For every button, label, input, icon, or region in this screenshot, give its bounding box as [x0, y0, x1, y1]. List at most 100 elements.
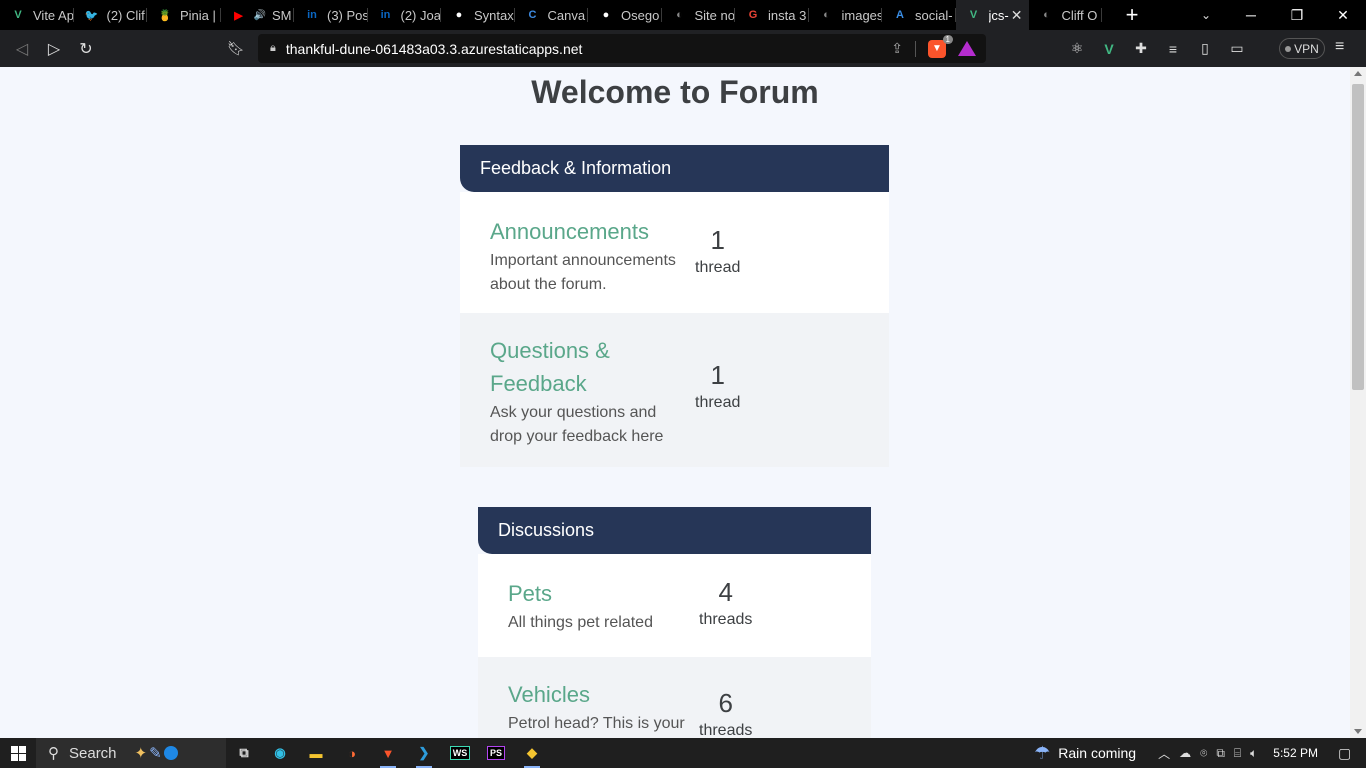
browser-tab[interactable]: in (3) Pos — [294, 0, 367, 30]
forum-row-vehicles: Vehicles Petrol head? This is your 6 thr… — [478, 657, 871, 738]
tab-search-chevron-icon[interactable]: ⌄ — [1196, 0, 1216, 30]
file-explorer-icon[interactable]: ▬ — [298, 738, 334, 768]
browser-tab[interactable]: 🐦 (2) Clif — [74, 0, 148, 30]
brave-shields-badge: 1 — [942, 34, 953, 44]
volume-icon[interactable]: 🔈︎ — [1250, 746, 1257, 761]
brave-rewards-icon[interactable] — [958, 41, 976, 56]
tab-label: Pinia | — [180, 7, 216, 23]
tab-label: Vite Ap — [33, 7, 74, 23]
chevron-up-icon[interactable]: ︿ — [1158, 745, 1170, 762]
sidebar-icon[interactable]: ▯ — [1196, 40, 1214, 57]
browser-tab[interactable]: ◐ images — [809, 0, 883, 30]
browser-tab[interactable]: ◐ Site no — [662, 0, 736, 30]
rain-umbrella-icon: ☂ — [1034, 742, 1051, 763]
github-icon: ● — [455, 9, 463, 21]
search-icon: ⚲ — [48, 745, 59, 762]
edge-icon[interactable]: ◉ — [262, 738, 298, 768]
wallet-icon[interactable]: ▭ — [1228, 40, 1246, 57]
weather-widget[interactable]: ☂ Rain coming — [1034, 743, 1136, 764]
category-header[interactable]: Discussions — [478, 507, 871, 554]
bookmark-icon[interactable]: 🔖︎ — [226, 36, 246, 60]
page-viewport: Welcome to Forum Feedback & Information … — [0, 67, 1350, 738]
browser-menu-icon[interactable]: ≡ — [1335, 38, 1344, 56]
taskbar-search-label: Search — [69, 744, 117, 762]
url-text: thankful-dune-061483a03.3.azurestaticapp… — [285, 40, 583, 57]
vue-icon: V — [969, 9, 978, 21]
audio-playing-icon[interactable]: 🔊 — [254, 10, 266, 21]
browser-tab[interactable]: ● Syntax — [441, 0, 515, 30]
thread-count-number: 1 — [710, 360, 725, 390]
notification-icon[interactable]: ▢ — [1338, 745, 1366, 762]
forum-description: Ask your questions and drop your feedbac… — [490, 404, 664, 445]
globe-icon: ◐ — [676, 9, 683, 21]
address-bar[interactable]: 🔒︎ thankful-dune-061483a03.3.azurestatic… — [258, 34, 986, 63]
forum-link[interactable]: Announcements — [490, 215, 690, 248]
phpstorm-icon[interactable]: PS — [478, 738, 514, 768]
brave-shields-icon[interactable]: ▼ 1 — [928, 34, 953, 58]
category-header[interactable]: Feedback & Information — [460, 145, 889, 192]
linkedin-icon: in — [380, 9, 391, 21]
react-devtools-icon[interactable]: ⚛ — [1068, 40, 1086, 57]
browser-tab[interactable]: V Vite Ap — [0, 0, 74, 30]
clock[interactable]: 5:52 PM — [1273, 746, 1318, 760]
close-window-button[interactable]: ✕ — [1320, 0, 1366, 30]
tab-label: insta 3 — [768, 7, 807, 23]
extensions-puzzle-icon[interactable]: ✚ — [1132, 40, 1150, 57]
scroll-up-arrow-icon[interactable] — [1354, 71, 1362, 76]
browser-tab[interactable]: Vjcs- ✕ — [955, 0, 1029, 30]
browser-tab[interactable]: 🍍 Pinia | — [147, 0, 221, 30]
vpn-button[interactable]: VPN — [1279, 38, 1325, 59]
globe-icon: ◐ — [823, 9, 830, 21]
category-feedback-information: Feedback & Information Announcements Imp… — [460, 145, 889, 467]
thread-count-number: 1 — [710, 225, 725, 255]
forum-link[interactable]: Questions & Feedback — [490, 334, 690, 400]
onedrive-cloud-icon[interactable]: ☁ — [1179, 746, 1191, 760]
taskbar-search-box[interactable]: ⚲ Search ✦ ✎ — [36, 738, 226, 768]
browser-tab[interactable]: ◐ Cliff O — [1029, 0, 1103, 30]
tab-label: images — [841, 7, 883, 23]
page-scrollbar[interactable] — [1350, 67, 1366, 738]
tray-icons: ︿ ☁ ⌾ ⧉ ⌸ 🔈︎ — [1158, 745, 1257, 762]
forum-description: Important announcements about the forum. — [490, 252, 676, 293]
playlist-icon[interactable]: ≡ — [1164, 41, 1182, 57]
globe-icon: ◐ — [1043, 9, 1050, 21]
app-orange-icon[interactable]: ◑ — [334, 738, 370, 768]
thread-count-number: 4 — [718, 577, 733, 607]
scroll-down-arrow-icon[interactable] — [1354, 729, 1362, 734]
vue-devtools-icon[interactable]: V — [1100, 41, 1118, 57]
vue-icon: V — [14, 9, 22, 21]
google-icon: G — [748, 9, 758, 21]
scrollbar-thumb[interactable] — [1352, 84, 1364, 390]
github-icon: ● — [602, 9, 610, 21]
forward-button[interactable]: ▷ — [38, 33, 70, 65]
twitter-icon: 🐦 — [84, 9, 99, 22]
browser-tab[interactable]: ● Osego — [588, 0, 662, 30]
browser-tab[interactable]: Asocial- — [882, 0, 956, 30]
task-view-icon[interactable]: ⧉ — [226, 738, 262, 768]
forum-link[interactable]: Pets — [508, 577, 694, 610]
close-tab-icon[interactable]: ✕ — [1011, 7, 1023, 24]
minimize-button[interactable]: ─ — [1228, 0, 1274, 30]
gitkraken-icon[interactable]: ◆ — [514, 738, 550, 768]
system-tray: ☂ Rain coming ︿ ☁ ⌾ ⧉ ⌸ 🔈︎ 5:52 PM ▢ — [1034, 738, 1366, 768]
share-icon[interactable]: ⇪ — [891, 40, 903, 57]
network-icon[interactable]: ⌸ — [1234, 746, 1241, 761]
reload-button[interactable]: ↻ — [70, 33, 102, 65]
start-button[interactable] — [0, 738, 36, 768]
azure-icon: A — [896, 9, 904, 21]
tab-label: jcs- — [988, 7, 1009, 23]
browser-tab[interactable]: C Canva — [515, 0, 589, 30]
new-tab-button[interactable]: + — [1117, 0, 1147, 30]
webstorm-icon[interactable]: WS — [442, 738, 478, 768]
vscode-icon[interactable]: ❯ — [406, 738, 442, 768]
browser-tab[interactable]: Ginsta 3 — [735, 0, 809, 30]
back-button[interactable]: ◁ — [6, 33, 38, 65]
tray-app-icon[interactable]: ⧉ — [1216, 746, 1225, 761]
forum-link[interactable]: Vehicles — [508, 678, 694, 711]
browser-tab[interactable]: in (2) Joa — [368, 0, 442, 30]
camera-icon[interactable]: ⌾ — [1200, 746, 1207, 761]
thread-count-unit: threads — [699, 722, 753, 738]
brave-taskbar-icon[interactable]: ▼ — [370, 738, 406, 768]
restore-button[interactable]: ❐ — [1274, 0, 1320, 30]
browser-tab[interactable]: ▶ 🔊 SM — [221, 0, 295, 30]
